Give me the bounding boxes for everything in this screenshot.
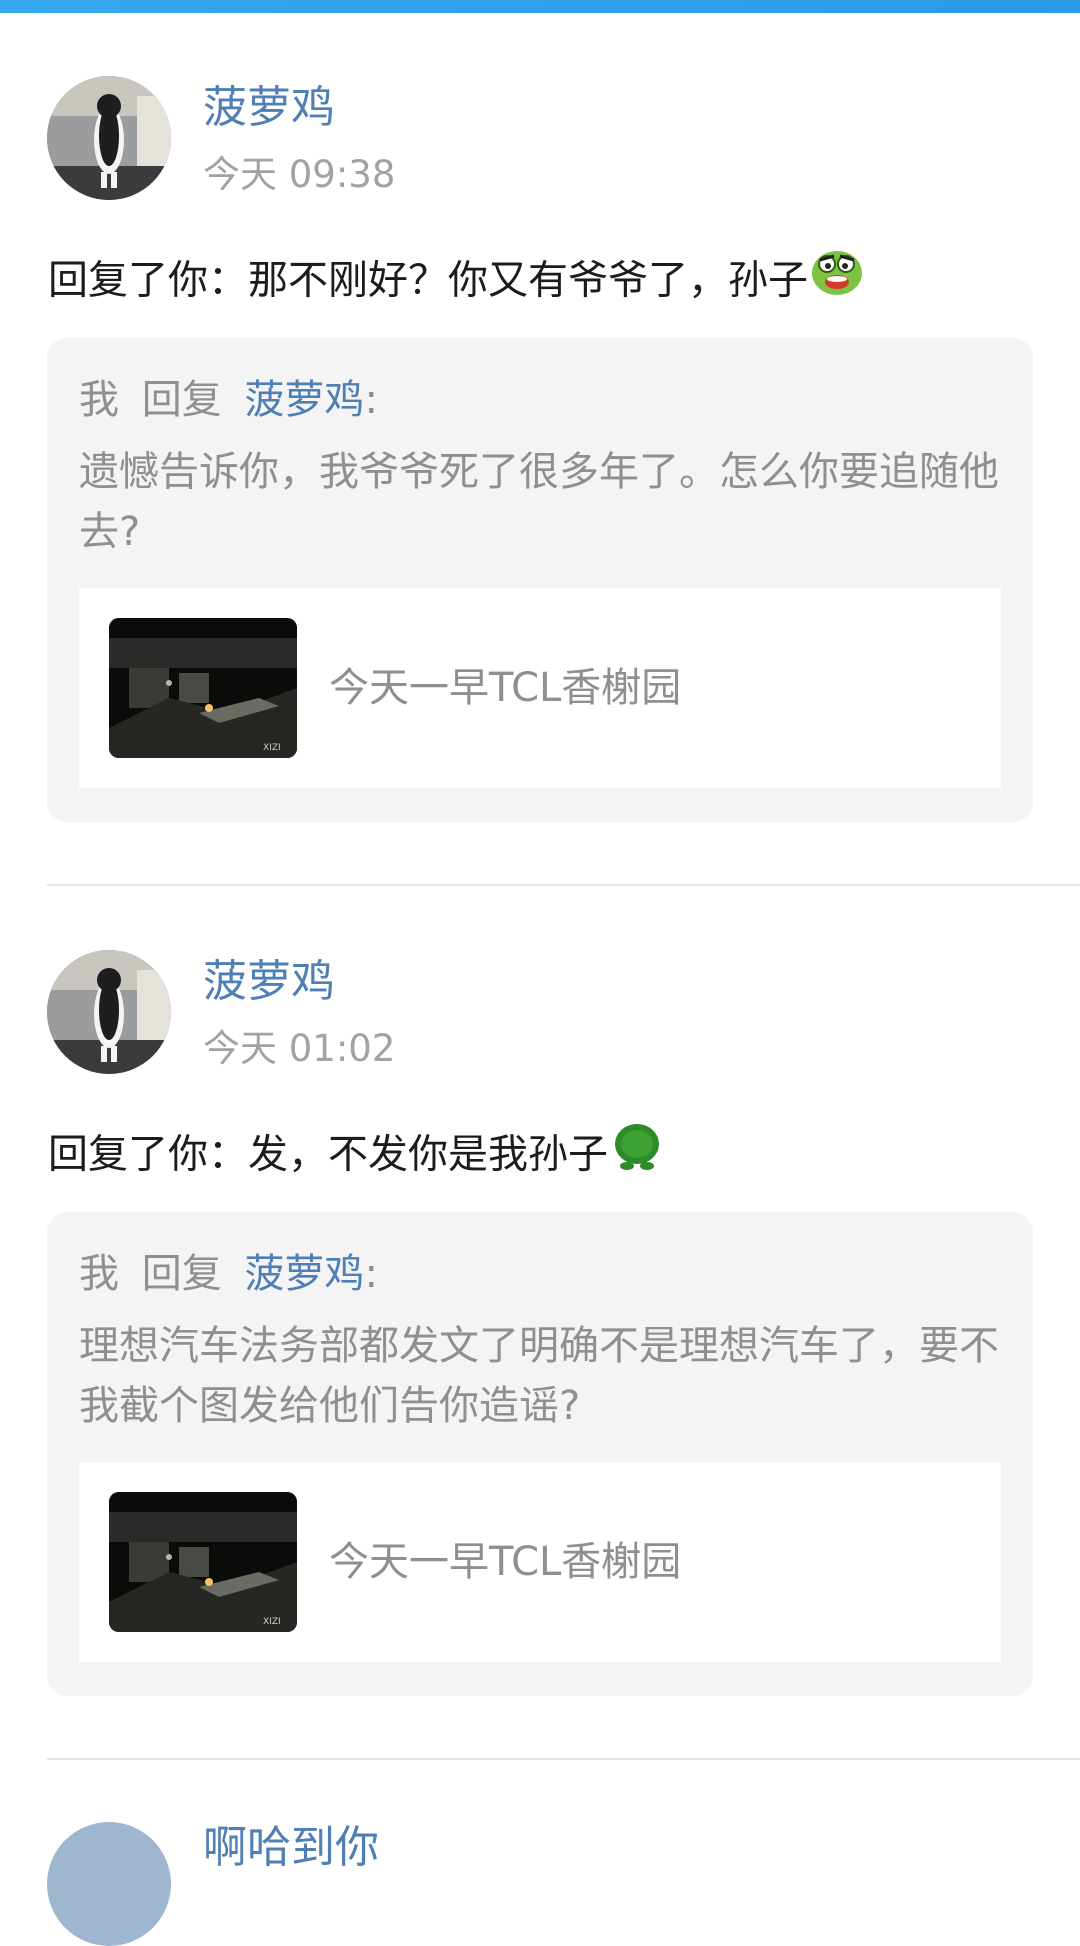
timestamp: 今天 01:02 (203, 1027, 396, 1070)
avatar[interactable] (47, 76, 171, 200)
quote-author: 我 (79, 377, 119, 423)
link-title: 今天一早TCL香榭园 (329, 1539, 682, 1585)
avatar[interactable] (47, 1822, 171, 1946)
quote-verb: 回复 (141, 1251, 222, 1297)
top-status-bar (0, 0, 1080, 13)
laughing-frog-emoji-icon (810, 244, 864, 313)
reply-text: 回复了你：发，不发你是我孙子 (48, 1131, 608, 1178)
divider (47, 884, 1080, 886)
green-turtle-emoji-icon (610, 1118, 664, 1187)
quote-header: 我 回复 菠萝鸡: (79, 1248, 378, 1300)
user-name[interactable]: 菠萝鸡 (203, 80, 335, 136)
link-card[interactable]: XIZI 今天一早TCL香榭园 (79, 588, 1001, 788)
timestamp: 今天 09:38 (203, 153, 396, 196)
thumb-watermark: XIZI (263, 743, 281, 753)
quote-author: 我 (79, 1251, 119, 1297)
quote-target-name[interactable]: 菠萝鸡 (244, 1251, 364, 1297)
reply-content: 回复了你：发，不发你是我孙子 (48, 1124, 664, 1187)
quote-text: 遗憾告诉你，我爷爷死了很多年了。怎么你要追随他去? (79, 449, 999, 555)
link-thumbnail: XIZI (109, 618, 297, 758)
avatar[interactable] (47, 950, 171, 1074)
user-name[interactable]: 啊哈到你 (203, 1820, 379, 1876)
divider (47, 1758, 1080, 1760)
quote-colon: : (364, 1251, 378, 1297)
quote-colon: : (364, 377, 378, 423)
link-title: 今天一早TCL香榭园 (329, 665, 682, 711)
reply-content: 回复了你：那不刚好？你又有爷爷了，孙子 (48, 251, 864, 313)
thumb-watermark: XIZI (263, 1617, 281, 1627)
quote-verb: 回复 (141, 377, 222, 423)
quoted-reply-box[interactable]: 我 回复 菠萝鸡: 理想汽车法务部都发文了明确不是理想汽车了，要不我截个图发给他… (47, 1212, 1033, 1696)
reply-text: 回复了你：那不刚好？你又有爷爷了，孙子 (48, 257, 808, 304)
quote-text: 理想汽车法务部都发文了明确不是理想汽车了，要不我截个图发给他们告你造谣? (79, 1323, 999, 1429)
quote-target-name[interactable]: 菠萝鸡 (244, 377, 364, 423)
link-card[interactable]: XIZI 今天一早TCL香榭园 (79, 1462, 1001, 1662)
user-name[interactable]: 菠萝鸡 (203, 954, 335, 1010)
link-thumbnail: XIZI (109, 1492, 297, 1632)
quote-header: 我 回复 菠萝鸡: (79, 374, 378, 426)
quoted-reply-box[interactable]: 我 回复 菠萝鸡: 遗憾告诉你，我爷爷死了很多年了。怎么你要追随他去? XIZI (47, 338, 1033, 822)
